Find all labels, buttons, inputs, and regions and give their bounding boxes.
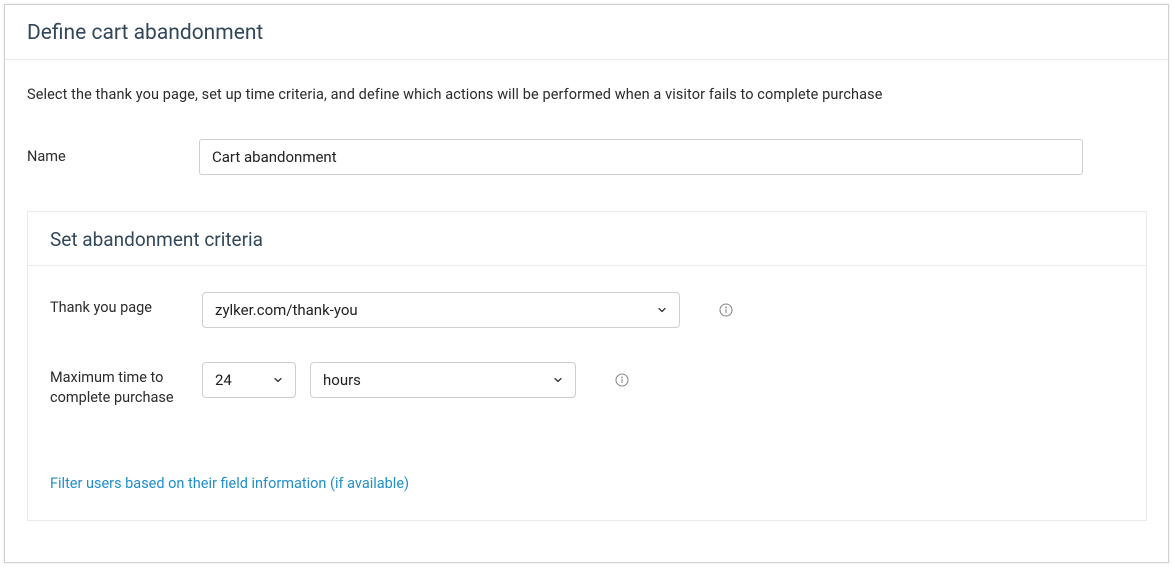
max-time-unit-wrap: hours	[310, 362, 576, 398]
filter-link-row: Filter users based on their field inform…	[28, 453, 1146, 520]
criteria-box: Set abandonment criteria Thank you page …	[27, 211, 1147, 521]
criteria-body: Thank you page zylker.com/thank-you	[28, 266, 1146, 453]
page-title: Define cart abandonment	[27, 21, 1146, 45]
panel-description: Select the thank you page, set up time c…	[27, 86, 1146, 103]
max-time-label: Maximum time to complete purchase	[50, 362, 202, 409]
panel-header: Define cart abandonment	[5, 5, 1168, 60]
thank-you-select-value: zylker.com/thank-you	[215, 301, 358, 319]
thank-you-select-wrap: zylker.com/thank-you	[202, 292, 680, 328]
info-icon[interactable]	[614, 372, 630, 388]
filter-users-link[interactable]: Filter users based on their field inform…	[50, 475, 409, 492]
thank-you-row: Thank you page zylker.com/thank-you	[50, 292, 1124, 328]
max-time-value: 24	[215, 371, 232, 389]
max-time-unit-select[interactable]: hours	[310, 362, 576, 398]
criteria-header: Set abandonment criteria	[28, 212, 1146, 266]
max-time-row: Maximum time to complete purchase 24	[50, 362, 1124, 409]
max-time-value-select[interactable]: 24	[202, 362, 296, 398]
info-icon[interactable]	[718, 302, 734, 318]
panel-body: Select the thank you page, set up time c…	[5, 60, 1168, 541]
name-label: Name	[27, 147, 199, 167]
max-time-value-wrap: 24	[202, 362, 296, 398]
criteria-title: Set abandonment criteria	[50, 228, 1124, 251]
thank-you-label: Thank you page	[50, 292, 202, 318]
name-row: Name	[27, 139, 1146, 175]
define-cart-abandonment-panel: Define cart abandonment Select the thank…	[4, 4, 1169, 563]
name-input[interactable]	[199, 139, 1083, 175]
max-time-unit: hours	[323, 371, 361, 389]
thank-you-select[interactable]: zylker.com/thank-you	[202, 292, 680, 328]
